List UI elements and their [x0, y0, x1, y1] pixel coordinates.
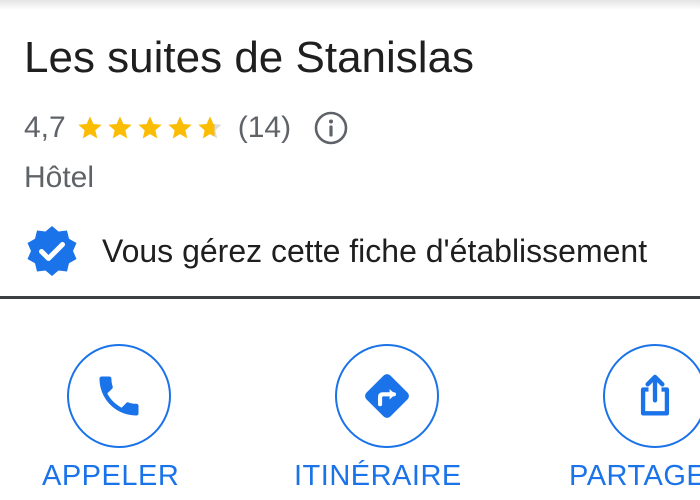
star-icon	[78, 116, 102, 139]
call-button[interactable]	[67, 344, 171, 448]
share-icon	[640, 374, 670, 416]
directions-button[interactable]	[335, 344, 439, 448]
star-rating	[76, 114, 226, 142]
phone-icon	[99, 376, 139, 416]
top-shadow	[0, 0, 700, 10]
section-divider	[0, 296, 700, 299]
managed-listing-text: Vous gérez cette fiche d'établissement	[102, 232, 648, 269]
share-label[interactable]: PARTAGER	[569, 458, 700, 494]
place-details-panel: Les suites de Stanislas 4,7 (14) Hôtel V…	[0, 0, 700, 500]
verified-badge-icon	[27, 226, 77, 276]
info-icon[interactable]	[313, 110, 349, 146]
directions-icon	[365, 374, 409, 418]
rating-row[interactable]: 4,7 (14)	[24, 108, 349, 148]
review-count[interactable]: (14)	[238, 111, 291, 145]
managed-listing-row[interactable]: Vous gérez cette fiche d'établissement	[24, 223, 647, 279]
directions-label[interactable]: ITINÉRAIRE	[294, 458, 462, 494]
star-icon	[168, 116, 192, 139]
rating-value: 4,7	[24, 111, 66, 144]
call-label[interactable]: APPELER	[42, 458, 179, 494]
star-icon	[108, 116, 132, 139]
place-title: Les suites de Stanislas	[24, 33, 475, 82]
star-icon	[198, 116, 222, 139]
share-button[interactable]	[603, 344, 700, 448]
place-category: Hôtel	[24, 161, 95, 194]
star-icon	[138, 116, 162, 139]
